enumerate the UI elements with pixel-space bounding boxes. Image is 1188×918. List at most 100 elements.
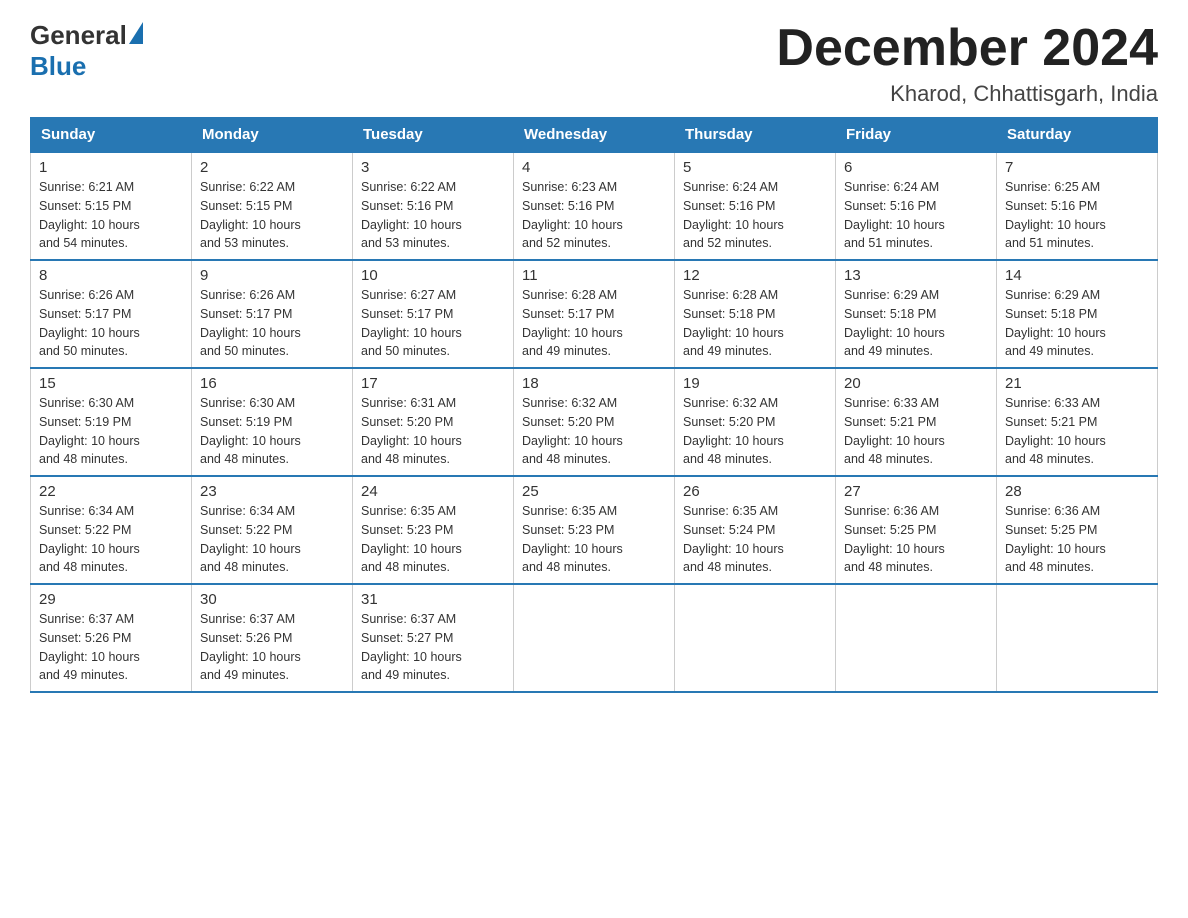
day-number: 11 — [522, 267, 666, 284]
column-header-wednesday: Wednesday — [514, 118, 675, 153]
day-info: Sunrise: 6:34 AMSunset: 5:22 PMDaylight:… — [200, 502, 344, 577]
day-info: Sunrise: 6:22 AMSunset: 5:16 PMDaylight:… — [361, 178, 505, 253]
day-number: 16 — [200, 375, 344, 392]
calendar-cell: 21 Sunrise: 6:33 AMSunset: 5:21 PMDayligh… — [997, 368, 1158, 476]
calendar-cell: 7 Sunrise: 6:25 AMSunset: 5:16 PMDaylight… — [997, 152, 1158, 260]
day-info: Sunrise: 6:31 AMSunset: 5:20 PMDaylight:… — [361, 394, 505, 469]
day-number: 1 — [39, 159, 183, 176]
day-info: Sunrise: 6:22 AMSunset: 5:15 PMDaylight:… — [200, 178, 344, 253]
day-number: 12 — [683, 267, 827, 284]
day-number: 19 — [683, 375, 827, 392]
calendar-week-row: 15 Sunrise: 6:30 AMSunset: 5:19 PMDayligh… — [31, 368, 1158, 476]
day-number: 21 — [1005, 375, 1149, 392]
logo: General Blue — [30, 20, 143, 82]
day-info: Sunrise: 6:26 AMSunset: 5:17 PMDaylight:… — [39, 286, 183, 361]
day-number: 24 — [361, 483, 505, 500]
calendar-table: SundayMondayTuesdayWednesdayThursdayFrid… — [30, 117, 1158, 693]
day-number: 20 — [844, 375, 988, 392]
calendar-cell: 18 Sunrise: 6:32 AMSunset: 5:20 PMDayligh… — [514, 368, 675, 476]
day-number: 8 — [39, 267, 183, 284]
day-info: Sunrise: 6:23 AMSunset: 5:16 PMDaylight:… — [522, 178, 666, 253]
day-info: Sunrise: 6:30 AMSunset: 5:19 PMDaylight:… — [39, 394, 183, 469]
calendar-cell: 29 Sunrise: 6:37 AMSunset: 5:26 PMDayligh… — [31, 584, 192, 692]
day-info: Sunrise: 6:28 AMSunset: 5:17 PMDaylight:… — [522, 286, 666, 361]
column-header-tuesday: Tuesday — [353, 118, 514, 153]
day-info: Sunrise: 6:35 AMSunset: 5:23 PMDaylight:… — [522, 502, 666, 577]
day-number: 29 — [39, 591, 183, 608]
calendar-cell: 5Sunrise: 6:24 AMSunset: 5:16 PMDaylight… — [675, 152, 836, 260]
logo-blue-text: Blue — [30, 51, 86, 82]
calendar-cell: 15 Sunrise: 6:30 AMSunset: 5:19 PMDayligh… — [31, 368, 192, 476]
day-number: 7 — [1005, 159, 1149, 176]
day-number: 28 — [1005, 483, 1149, 500]
day-info: Sunrise: 6:25 AMSunset: 5:16 PMDaylight:… — [1005, 178, 1149, 253]
calendar-week-row: 29 Sunrise: 6:37 AMSunset: 5:26 PMDayligh… — [31, 584, 1158, 692]
day-info: Sunrise: 6:26 AMSunset: 5:17 PMDaylight:… — [200, 286, 344, 361]
calendar-cell: 8 Sunrise: 6:26 AMSunset: 5:17 PMDaylight… — [31, 260, 192, 368]
day-info: Sunrise: 6:27 AMSunset: 5:17 PMDaylight:… — [361, 286, 505, 361]
day-info: Sunrise: 6:29 AMSunset: 5:18 PMDaylight:… — [844, 286, 988, 361]
calendar-cell: 16 Sunrise: 6:30 AMSunset: 5:19 PMDayligh… — [192, 368, 353, 476]
day-number: 30 — [200, 591, 344, 608]
column-header-monday: Monday — [192, 118, 353, 153]
column-header-saturday: Saturday — [997, 118, 1158, 153]
calendar-cell: 26Sunrise: 6:35 AMSunset: 5:24 PMDayligh… — [675, 476, 836, 584]
day-number: 9 — [200, 267, 344, 284]
day-number: 5 — [683, 159, 827, 176]
calendar-cell: 17 Sunrise: 6:31 AMSunset: 5:20 PMDayligh… — [353, 368, 514, 476]
day-info: Sunrise: 6:37 AMSunset: 5:26 PMDaylight:… — [200, 610, 344, 685]
day-number: 17 — [361, 375, 505, 392]
day-info: Sunrise: 6:30 AMSunset: 5:19 PMDaylight:… — [200, 394, 344, 469]
column-header-sunday: Sunday — [31, 118, 192, 153]
title-block: December 2024 Kharod, Chhattisgarh, Indi… — [776, 20, 1158, 107]
day-info: Sunrise: 6:36 AMSunset: 5:25 PMDaylight:… — [844, 502, 988, 577]
day-info: Sunrise: 6:35 AMSunset: 5:23 PMDaylight:… — [361, 502, 505, 577]
column-header-thursday: Thursday — [675, 118, 836, 153]
calendar-cell: 11 Sunrise: 6:28 AMSunset: 5:17 PMDayligh… — [514, 260, 675, 368]
day-number: 3 — [361, 159, 505, 176]
day-info: Sunrise: 6:37 AMSunset: 5:27 PMDaylight:… — [361, 610, 505, 685]
month-title: December 2024 — [776, 20, 1158, 77]
calendar-cell: 1Sunrise: 6:21 AMSunset: 5:15 PMDaylight… — [31, 152, 192, 260]
day-info: Sunrise: 6:29 AMSunset: 5:18 PMDaylight:… — [1005, 286, 1149, 361]
day-info: Sunrise: 6:32 AMSunset: 5:20 PMDaylight:… — [522, 394, 666, 469]
calendar-cell — [675, 584, 836, 692]
calendar-header-row: SundayMondayTuesdayWednesdayThursdayFrid… — [31, 118, 1158, 153]
calendar-cell: 12 Sunrise: 6:28 AMSunset: 5:18 PMDayligh… — [675, 260, 836, 368]
column-header-friday: Friday — [836, 118, 997, 153]
calendar-cell: 4 Sunrise: 6:23 AMSunset: 5:16 PMDaylight… — [514, 152, 675, 260]
calendar-cell: 2 Sunrise: 6:22 AMSunset: 5:15 PMDaylight… — [192, 152, 353, 260]
calendar-cell: 13 Sunrise: 6:29 AMSunset: 5:18 PMDayligh… — [836, 260, 997, 368]
day-number: 26 — [683, 483, 827, 500]
day-number: 25 — [522, 483, 666, 500]
day-info: Sunrise: 6:37 AMSunset: 5:26 PMDaylight:… — [39, 610, 183, 685]
day-number: 27 — [844, 483, 988, 500]
calendar-cell — [836, 584, 997, 692]
calendar-week-row: 1Sunrise: 6:21 AMSunset: 5:15 PMDaylight… — [31, 152, 1158, 260]
calendar-cell — [997, 584, 1158, 692]
day-number: 13 — [844, 267, 988, 284]
calendar-week-row: 22Sunrise: 6:34 AMSunset: 5:22 PMDayligh… — [31, 476, 1158, 584]
day-number: 15 — [39, 375, 183, 392]
day-number: 4 — [522, 159, 666, 176]
day-info: Sunrise: 6:36 AMSunset: 5:25 PMDaylight:… — [1005, 502, 1149, 577]
calendar-cell: 24 Sunrise: 6:35 AMSunset: 5:23 PMDayligh… — [353, 476, 514, 584]
calendar-cell: 25 Sunrise: 6:35 AMSunset: 5:23 PMDayligh… — [514, 476, 675, 584]
day-number: 2 — [200, 159, 344, 176]
day-number: 14 — [1005, 267, 1149, 284]
day-info: Sunrise: 6:28 AMSunset: 5:18 PMDaylight:… — [683, 286, 827, 361]
day-info: Sunrise: 6:33 AMSunset: 5:21 PMDaylight:… — [1005, 394, 1149, 469]
calendar-cell: 3 Sunrise: 6:22 AMSunset: 5:16 PMDaylight… — [353, 152, 514, 260]
calendar-cell: 19Sunrise: 6:32 AMSunset: 5:20 PMDayligh… — [675, 368, 836, 476]
calendar-cell: 14 Sunrise: 6:29 AMSunset: 5:18 PMDayligh… — [997, 260, 1158, 368]
day-number: 18 — [522, 375, 666, 392]
day-info: Sunrise: 6:33 AMSunset: 5:21 PMDaylight:… — [844, 394, 988, 469]
day-number: 6 — [844, 159, 988, 176]
calendar-cell: 20 Sunrise: 6:33 AMSunset: 5:21 PMDayligh… — [836, 368, 997, 476]
logo-triangle-icon — [129, 22, 143, 44]
day-info: Sunrise: 6:24 AMSunset: 5:16 PMDaylight:… — [844, 178, 988, 253]
day-number: 23 — [200, 483, 344, 500]
calendar-week-row: 8 Sunrise: 6:26 AMSunset: 5:17 PMDaylight… — [31, 260, 1158, 368]
logo-general-text: General — [30, 20, 127, 51]
calendar-cell: 22Sunrise: 6:34 AMSunset: 5:22 PMDayligh… — [31, 476, 192, 584]
